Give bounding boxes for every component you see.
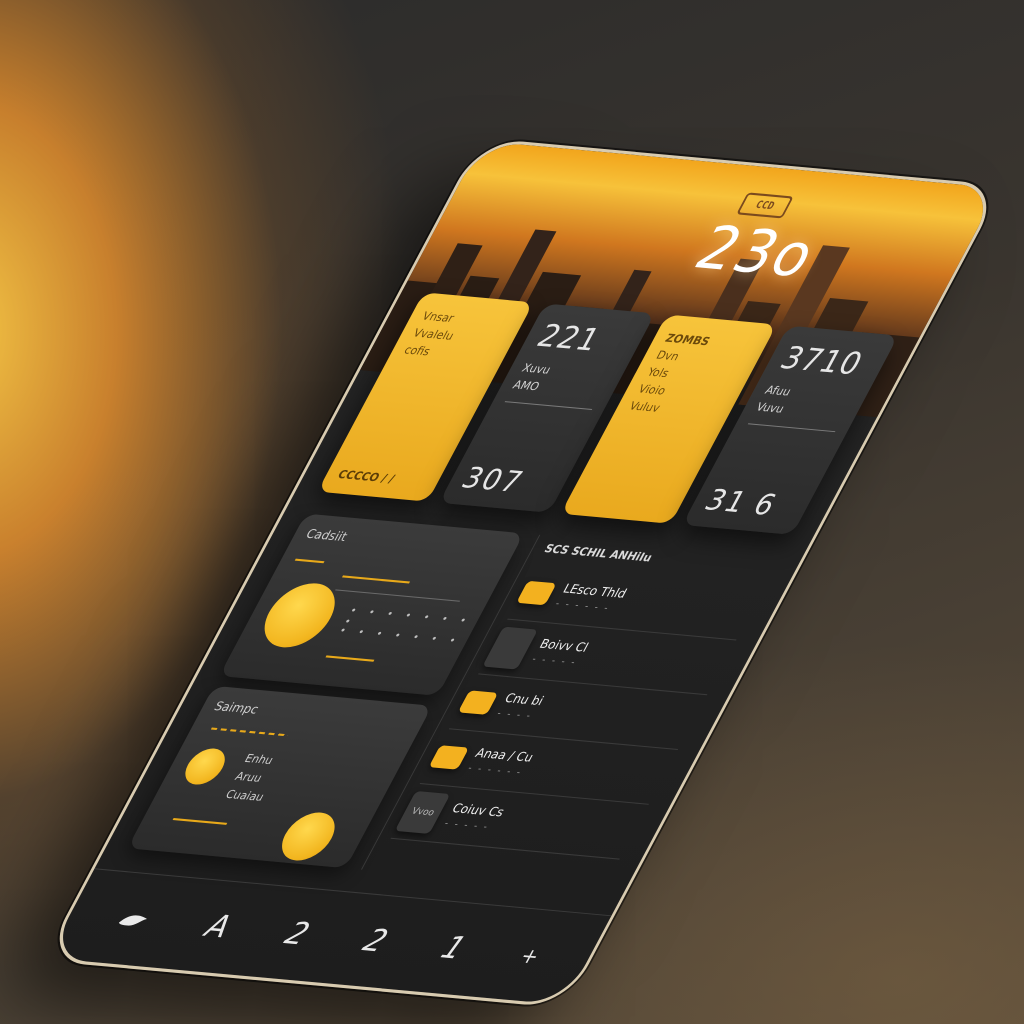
nav-item-3[interactable]: 2 (357, 923, 394, 960)
list-item-subtitle: - - - - - (442, 818, 492, 833)
accent-line (325, 655, 375, 662)
bird-icon[interactable] (114, 908, 153, 931)
panel-text-line: Cuaiau (223, 787, 267, 804)
card-value-bottom: 31 6 (698, 483, 784, 523)
scene: CCD 23o Vnsar Vvalelu cofis CCCCO / / 22… (0, 0, 1024, 1024)
list-item-text: Boivv Cl - - - - - (530, 637, 591, 669)
card-footer: CCCCO / / (335, 467, 398, 486)
list-item-text: LEsco Thld - - - - - - (553, 581, 629, 614)
status-chip (428, 745, 470, 770)
list-item-title: Boivv Cl (537, 636, 592, 655)
divider (335, 589, 461, 602)
accent-line (294, 558, 325, 564)
list-item-text: Coiuv Cs - - - - - (442, 801, 507, 833)
accent-line (172, 817, 228, 825)
nav-item-1[interactable]: A (199, 909, 237, 946)
list-item-title: Cnu bi (502, 690, 547, 709)
indicator-circle (252, 580, 348, 651)
indicator-circle (178, 747, 232, 787)
nav-item-2[interactable]: 2 (279, 916, 316, 953)
list-item-title: LEsco Thld (560, 581, 630, 601)
accent-line (341, 575, 411, 584)
divider (747, 423, 836, 433)
add-button[interactable]: + (516, 943, 545, 968)
status-chip (516, 580, 557, 606)
list-item-title: Anaa / Cu (472, 745, 537, 765)
list-item-text: Cnu bi - - - - (495, 691, 547, 722)
panel-title: Cadsiit (303, 526, 351, 545)
card-value: 3710 (773, 340, 870, 383)
list-item-subtitle: - - - - - - (553, 599, 612, 615)
card-value-bottom: 307 (455, 460, 531, 499)
phone-screen: CCD 23o Vnsar Vvalelu cofis CCCCO / / 22… (42, 137, 1004, 1009)
bottom-nav: A 2 2 1 + (46, 868, 612, 1005)
indicator-circle (272, 810, 345, 863)
card-row: Vnsar Vvalelu cofis CCCCO / / 221 Xuvu A… (317, 292, 899, 535)
list-item-title: Coiuv Cs (449, 800, 507, 820)
list-item-subtitle: - - - - (494, 708, 535, 722)
nav-item-4[interactable]: 1 (435, 930, 472, 967)
card-value: 221 (530, 318, 607, 359)
panel-text: Enhu Aruu Cuaiau (222, 750, 287, 807)
divider (504, 401, 593, 411)
lower-section: Cadsiit • • • • • • • • • • • • • • • Sa… (127, 513, 781, 892)
list-item-subtitle: - - - - - - (465, 763, 525, 779)
status-chip (458, 690, 499, 715)
accent-line (210, 727, 289, 737)
list-item-text: Anaa / Cu - - - - - - (466, 746, 537, 779)
panel-title: Saimpc (211, 698, 262, 717)
list-item-subtitle: - - - - - (529, 654, 579, 669)
